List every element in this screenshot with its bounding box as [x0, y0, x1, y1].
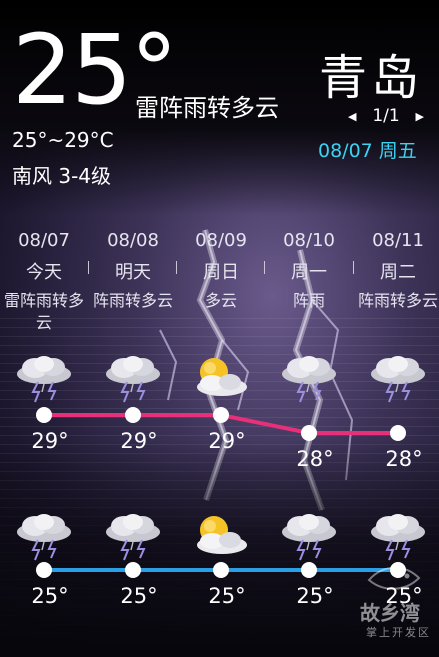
high-temp-label: 29° — [120, 429, 158, 453]
high-temp-point — [390, 425, 406, 441]
low-temp-label: 25° — [120, 584, 158, 608]
high-temp-label: 28° — [296, 447, 334, 471]
low-temp-label: 25° — [208, 584, 246, 608]
high-temp-point — [213, 407, 229, 423]
high-temp-label: 29° — [208, 429, 246, 453]
low-temp-point — [36, 562, 52, 578]
high-temp-label: 28° — [385, 447, 423, 471]
high-temp-point — [301, 425, 317, 441]
low-temp-label: 25° — [31, 584, 69, 608]
watermark-subtitle: 掌上开发区 — [366, 626, 431, 639]
watermark-title: 故乡湾 — [360, 601, 420, 625]
high-temp-point — [36, 407, 52, 423]
low-temp-point — [213, 562, 229, 578]
low-temp-point — [301, 562, 317, 578]
high-temp-label: 29° — [31, 429, 69, 453]
watermark-fish-icon — [367, 566, 421, 590]
low-temp-point — [125, 562, 141, 578]
high-temp-point — [125, 407, 141, 423]
low-temp-label: 25° — [296, 584, 334, 608]
